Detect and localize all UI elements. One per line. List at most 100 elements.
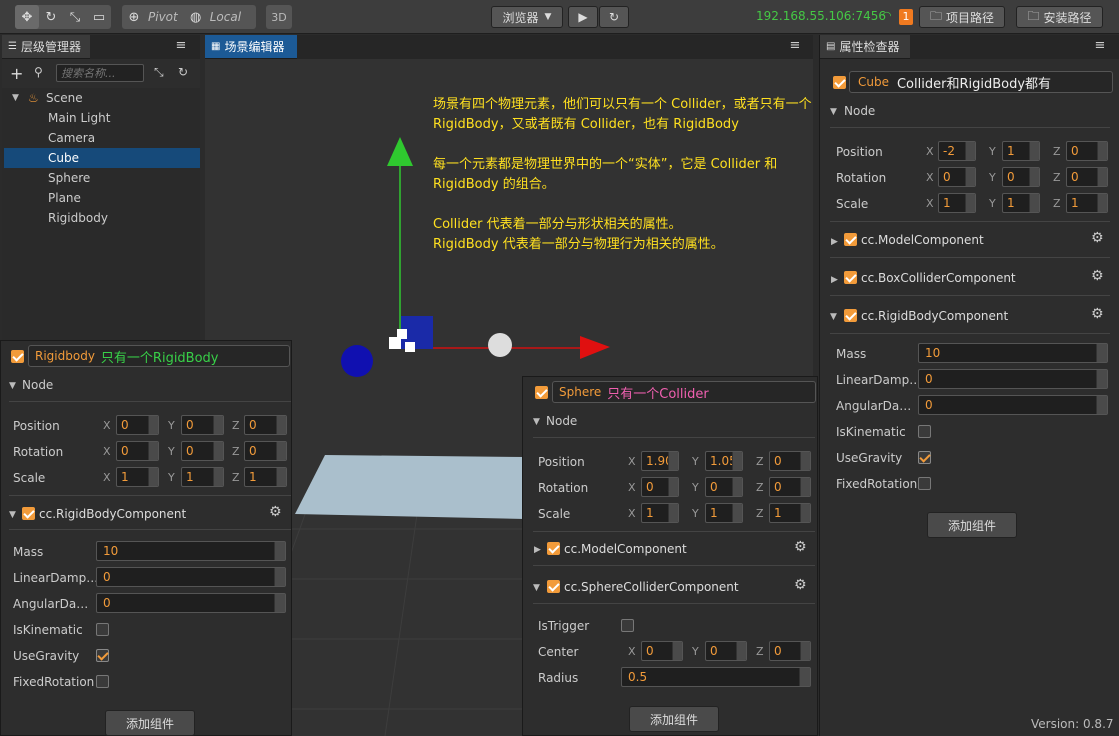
- chevron-right-icon[interactable]: ▶: [534, 545, 541, 555]
- position-z-input[interactable]: 0: [1066, 141, 1108, 161]
- rigidbody-component-checkbox[interactable]: [844, 309, 857, 322]
- node-active-checkbox[interactable]: [11, 350, 24, 363]
- rotate-tool-icon[interactable]: ↻: [39, 5, 63, 29]
- is-trigger-checkbox[interactable]: [621, 619, 634, 632]
- chevron-down-icon[interactable]: ▼: [9, 510, 16, 520]
- chevron-down-icon[interactable]: ▼: [12, 93, 19, 103]
- scale-z-input[interactable]: 1: [1066, 193, 1108, 213]
- box-collider-checkbox[interactable]: [844, 271, 857, 284]
- play-button[interactable]: ▶: [568, 6, 598, 28]
- project-path-button[interactable]: 🗀 项目路径: [919, 6, 1005, 28]
- gear-icon[interactable]: ⚙: [794, 577, 807, 593]
- install-path-button[interactable]: 🗀 安装路径: [1016, 6, 1103, 28]
- ip-address[interactable]: 192.168.55.106:7456: [756, 9, 886, 23]
- position-x-input[interactable]: -2: [938, 141, 976, 161]
- rotation-y-input[interactable]: 0: [181, 441, 224, 461]
- rotation-x-input[interactable]: 0: [938, 167, 976, 187]
- pivot-icon[interactable]: ⊕: [122, 5, 146, 29]
- position-z-input[interactable]: 0: [244, 415, 287, 435]
- tree-item-cube[interactable]: Cube: [4, 148, 200, 168]
- tree-item-main-light[interactable]: Main Light: [4, 108, 200, 128]
- radius-input[interactable]: 0.5: [621, 667, 811, 687]
- rotation-y-input[interactable]: 0: [1002, 167, 1040, 187]
- chevron-down-icon[interactable]: ▼: [533, 583, 540, 593]
- browser-select[interactable]: 浏览器 ▼: [491, 6, 563, 28]
- chevron-down-icon[interactable]: ▼: [533, 417, 540, 427]
- use-gravity-checkbox[interactable]: [96, 649, 109, 662]
- center-x-input[interactable]: 0: [641, 641, 683, 661]
- linear-damping-input[interactable]: 0: [96, 567, 286, 587]
- notification-badge[interactable]: 1: [899, 9, 913, 25]
- rotation-x-input[interactable]: 0: [641, 477, 679, 497]
- tab-inspector[interactable]: ▤ 属性检查器: [820, 35, 910, 59]
- scale-x-input[interactable]: 1: [116, 467, 159, 487]
- move-tool-icon[interactable]: ✥: [15, 5, 39, 29]
- fixed-rotation-checkbox[interactable]: [96, 675, 109, 688]
- refresh-button[interactable]: ↻: [599, 6, 629, 28]
- tab-hierarchy[interactable]: ☰ 层级管理器: [2, 35, 90, 59]
- menu-icon[interactable]: ≡: [174, 39, 188, 53]
- rotation-z-input[interactable]: 0: [244, 441, 287, 461]
- scale-tool-icon[interactable]: ⤡: [63, 5, 87, 29]
- scale-z-input[interactable]: 1: [244, 467, 287, 487]
- add-component-button[interactable]: 添加组件: [927, 512, 1017, 538]
- linear-damping-input[interactable]: 0: [918, 369, 1108, 389]
- chevron-right-icon[interactable]: ▶: [831, 237, 838, 247]
- chevron-down-icon[interactable]: ▼: [9, 381, 16, 391]
- gear-icon[interactable]: ⚙: [1091, 306, 1104, 322]
- center-z-input[interactable]: 0: [769, 641, 811, 661]
- position-x-input[interactable]: 0: [116, 415, 159, 435]
- scale-y-input[interactable]: 1: [181, 467, 224, 487]
- gear-icon[interactable]: ⚙: [1091, 268, 1104, 284]
- tree-root-scene[interactable]: Scene: [46, 91, 83, 105]
- mode-3d-button[interactable]: 3D: [266, 5, 292, 29]
- is-kinematic-checkbox[interactable]: [918, 425, 931, 438]
- model-component-header[interactable]: cc.ModelComponent: [861, 233, 984, 247]
- add-icon[interactable]: +: [10, 64, 23, 83]
- model-component-header[interactable]: cc.ModelComponent: [564, 542, 687, 556]
- position-y-input[interactable]: 0: [181, 415, 224, 435]
- globe-icon[interactable]: ◍: [184, 5, 208, 29]
- node-name-field[interactable]: Cube Collider和RigidBody都有: [849, 71, 1113, 93]
- refresh-icon[interactable]: ↻: [178, 65, 188, 79]
- local-label[interactable]: Local: [208, 10, 247, 24]
- scale-x-input[interactable]: 1: [938, 193, 976, 213]
- mass-input[interactable]: 10: [96, 541, 286, 561]
- chevron-down-icon[interactable]: ▼: [830, 312, 837, 322]
- node-name-field[interactable]: Sphere 只有一个Collider: [552, 381, 816, 403]
- chevron-right-icon[interactable]: ▶: [831, 275, 838, 285]
- tree-item-plane[interactable]: Plane: [4, 188, 200, 208]
- rigidbody-component-header[interactable]: cc.RigidBodyComponent: [39, 507, 186, 521]
- chevron-down-icon[interactable]: ▼: [830, 107, 837, 117]
- model-component-checkbox[interactable]: [547, 542, 560, 555]
- menu-icon[interactable]: ≡: [788, 39, 802, 53]
- is-kinematic-checkbox[interactable]: [96, 623, 109, 636]
- scale-y-input[interactable]: 1: [1002, 193, 1040, 213]
- sphere-collider-header[interactable]: cc.SphereColliderComponent: [564, 580, 739, 594]
- gear-icon[interactable]: ⚙: [1091, 230, 1104, 246]
- tree-item-rigidbody[interactable]: Rigidbody: [4, 208, 200, 228]
- tab-scene-editor[interactable]: ▦ 场景编辑器: [205, 35, 297, 59]
- scale-z-input[interactable]: 1: [769, 503, 811, 523]
- rigidbody-component-header[interactable]: cc.RigidBodyComponent: [861, 309, 1008, 323]
- mass-input[interactable]: 10: [918, 343, 1108, 363]
- rotation-z-input[interactable]: 0: [1066, 167, 1108, 187]
- scale-x-input[interactable]: 1: [641, 503, 679, 523]
- position-y-input[interactable]: 1: [1002, 141, 1040, 161]
- position-z-input[interactable]: 0: [769, 451, 811, 471]
- rotation-x-input[interactable]: 0: [116, 441, 159, 461]
- position-y-input[interactable]: 1.05: [705, 451, 743, 471]
- rigidbody-component-checkbox[interactable]: [22, 507, 35, 520]
- rotation-y-input[interactable]: 0: [705, 477, 743, 497]
- collapse-icon[interactable]: ⤡: [154, 65, 164, 80]
- hierarchy-search-input[interactable]: [56, 64, 144, 82]
- model-component-checkbox[interactable]: [844, 233, 857, 246]
- add-component-button[interactable]: 添加组件: [105, 710, 195, 736]
- sphere-collider-checkbox[interactable]: [547, 580, 560, 593]
- angular-damping-input[interactable]: 0: [96, 593, 286, 613]
- rotation-z-input[interactable]: 0: [769, 477, 811, 497]
- position-x-input[interactable]: 1.90: [641, 451, 679, 471]
- fixed-rotation-checkbox[interactable]: [918, 477, 931, 490]
- angular-damping-input[interactable]: 0: [918, 395, 1108, 415]
- scale-y-input[interactable]: 1: [705, 503, 743, 523]
